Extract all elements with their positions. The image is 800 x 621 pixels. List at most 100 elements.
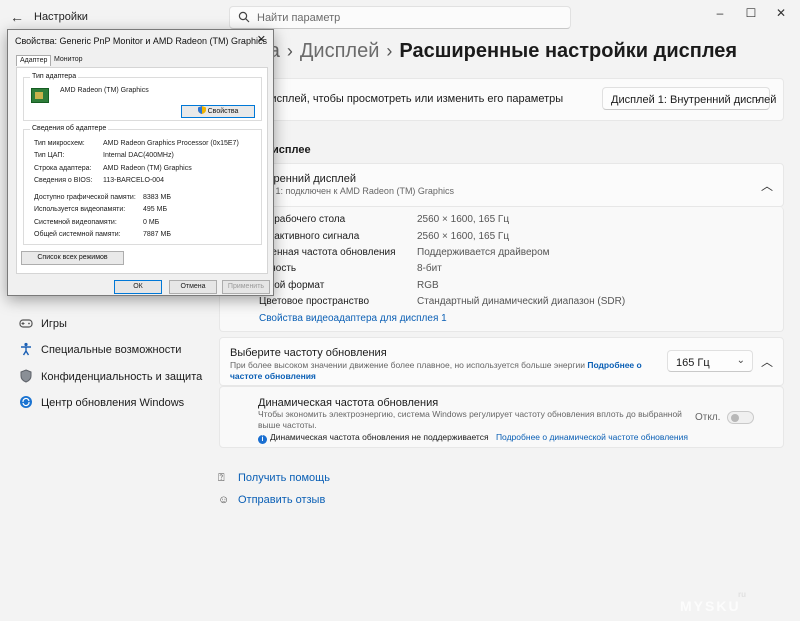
sidebar-item-privacy[interactable]: Конфиденциальность и защита [19, 369, 202, 383]
info-key: Сведения о BIOS: [34, 177, 93, 184]
search-icon [238, 11, 250, 23]
memory-value: 8383 МБ [143, 194, 171, 201]
memory-key: Используется видеопамяти: [34, 206, 126, 213]
info-key: Тип микросхем: [34, 140, 85, 147]
get-help-link[interactable]: ⍰ Получить помощь [218, 472, 330, 485]
display-info-body: им рабочего стола 2560 × 1600, 165 Гц им… [219, 207, 784, 332]
toggle-label: Откл. [695, 412, 721, 423]
properties-button-label: Свойства [207, 108, 239, 115]
breadcrumb-chevron-icon: › [386, 41, 393, 61]
row-label: Цветовое пространство [259, 296, 370, 307]
dialog-title: Свойства: Generic PnP Monitor и AMD Rade… [15, 36, 267, 46]
watermark-sub: ru [738, 590, 746, 599]
row-value: 2560 × 1600, 165 Гц [417, 214, 510, 225]
search-placeholder: Найти параметр [257, 12, 341, 24]
row-value: 8-бит [417, 263, 442, 274]
display-subtitle: ей 1: подключен к AMD Radeon (TM) Graphi… [263, 186, 454, 196]
memory-key: Общей системной памяти: [34, 231, 121, 238]
adapter-name: AMD Radeon (TM) Graphics [60, 87, 149, 94]
breadcrumb: ма›Дисплей›Расширенные настройки дисплея [255, 40, 737, 63]
gamepad-icon [19, 319, 33, 328]
sidebar-item-label: Центр обновления Windows [41, 397, 185, 409]
dynamic-refresh-note: i Динамическая частота обновления не подд… [258, 432, 688, 444]
refresh-rate-desc: При более высоком значении движение боле… [230, 360, 660, 382]
info-value: 113-BARCELO-004 [103, 177, 164, 184]
adapter-type-group: Тип адаптера AMD Radeon (TM) Graphics Св… [23, 73, 262, 121]
breadcrumb-chevron-icon: › [286, 41, 293, 61]
display-dropdown[interactable]: Дисплей 1: Внутренний дисплей ⌄ [602, 87, 776, 110]
refresh-rate-card: Выберите частоту обновления При более вы… [219, 337, 784, 386]
info-value: AMD Radeon (TM) Graphics [103, 165, 192, 172]
list-all-modes-button[interactable]: Список всех режимов [21, 251, 124, 265]
maximize-icon[interactable]: ☐ [737, 4, 765, 22]
refresh-desc-text: При более высоком значении движение боле… [230, 360, 585, 370]
group-title: Сведения об адаптере [30, 125, 109, 132]
sidebar-item-label: Конфиденциальность и защита [41, 371, 203, 383]
gpu-card-icon [31, 88, 49, 103]
memory-value: 0 МБ [143, 219, 160, 226]
chevron-up-icon[interactable]: ︿ [761, 353, 773, 370]
dialog-close-icon[interactable]: ✕ [257, 33, 266, 46]
cancel-button[interactable]: Отмена [169, 280, 217, 294]
row-label: им активного сигнала [259, 231, 360, 242]
ok-button[interactable]: ОК [114, 280, 162, 294]
uac-shield-icon [197, 106, 206, 114]
chevron-up-icon[interactable]: ︿ [761, 177, 773, 194]
minimize-icon[interactable]: – [706, 4, 734, 22]
dynamic-refresh-link[interactable]: Подробнее о динамической частоте обновле… [496, 432, 688, 442]
display-title: утренний дисплей [263, 173, 356, 185]
feedback-label: Отправить отзыв [238, 494, 326, 506]
memory-key: Системной видеопамяти: [34, 219, 117, 226]
refresh-rate-dropdown[interactable]: 165 Гц ⌄ [667, 350, 753, 372]
app-title: Настройки [34, 11, 88, 23]
adapter-properties-dialog: Свойства: Generic PnP Monitor и AMD Rade… [7, 29, 274, 296]
feedback-icon: ☺ [218, 494, 230, 506]
page-title: Расширенные настройки дисплея [399, 40, 738, 62]
memory-value: 495 МБ [143, 206, 168, 213]
info-value: Internal DAC(400MHz) [103, 152, 174, 159]
info-icon: i [258, 435, 267, 444]
info-value: AMD Radeon Graphics Processor (0x15E7) [103, 140, 239, 147]
sidebar-item-gaming[interactable]: Игры [19, 316, 67, 330]
tab-monitor[interactable]: Монитор [54, 56, 83, 63]
get-help-label: Получить помощь [238, 472, 330, 484]
breadcrumb-display[interactable]: Дисплей [300, 40, 380, 62]
memory-value: 7887 МБ [143, 231, 171, 238]
select-display-label: дисплей, чтобы просмотреть или изменить … [264, 93, 564, 105]
search-box[interactable]: Найти параметр [229, 6, 571, 29]
row-value: RGB [417, 280, 439, 291]
sidebar-item-label: Игры [41, 318, 67, 330]
adapter-properties-link[interactable]: Свойства видеоадаптера для дисплея 1 [259, 313, 447, 324]
select-display-card: дисплей, чтобы просмотреть или изменить … [219, 78, 784, 121]
sidebar-item-accessibility[interactable]: Специальные возможности [19, 342, 181, 356]
sidebar-item-label: Специальные возможности [41, 344, 182, 356]
dynamic-refresh-desc: Чтобы экономить электроэнергию, система … [258, 409, 682, 430]
chevron-down-icon: ⌄ [753, 93, 762, 104]
accessibility-icon [21, 342, 31, 356]
feedback-link[interactable]: ☺ Отправить отзыв [218, 494, 325, 506]
back-arrow-icon[interactable]: ← [8, 8, 26, 26]
dynamic-refresh-toggle[interactable] [727, 411, 754, 424]
row-value: Стандартный динамический диапазон (SDR) [417, 296, 626, 307]
info-key: Тип ЦАП: [34, 152, 65, 159]
refresh-rate-value: 165 Гц [676, 357, 710, 369]
chevron-down-icon: ⌄ [736, 355, 745, 366]
dynamic-refresh-title: Динамическая частота обновления [258, 397, 439, 409]
apply-button: Применить [222, 280, 270, 294]
toggle-knob [731, 414, 739, 422]
row-label: еменная частота обновления [259, 247, 396, 258]
refresh-rate-title: Выберите частоту обновления [230, 347, 387, 359]
tab-adapter[interactable]: Адаптер [16, 55, 52, 66]
sync-icon [20, 396, 32, 408]
sidebar-item-windows-update[interactable]: Центр обновления Windows [19, 395, 184, 409]
close-icon[interactable]: ✕ [767, 4, 795, 22]
info-key: Строка адаптера: [34, 165, 92, 172]
display-info-header[interactable]: утренний дисплей ей 1: подключен к AMD R… [219, 163, 784, 207]
note-text: Динамическая частота обновления не подде… [270, 432, 489, 442]
dialog-panel: Тип адаптера AMD Radeon (TM) Graphics Св… [16, 67, 268, 274]
properties-button[interactable]: Свойства [181, 105, 255, 118]
watermark: MYSKU [680, 598, 741, 614]
group-title: Тип адаптера [30, 73, 79, 80]
display-dropdown-value: Дисплей 1: Внутренний дисплей [611, 94, 777, 106]
adapter-info-group: Сведения об адаптере Тип микросхем: AMD … [23, 125, 262, 245]
